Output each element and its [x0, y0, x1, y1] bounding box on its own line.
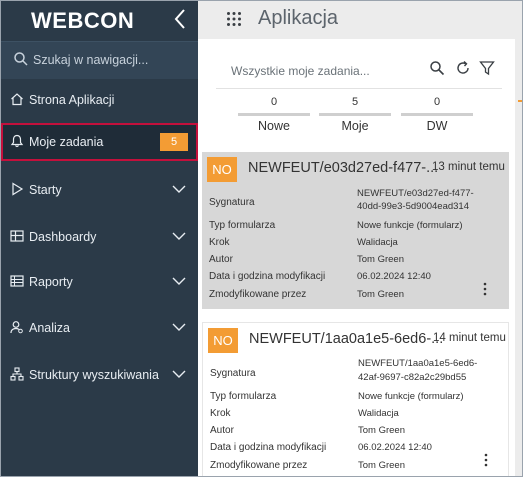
chevron-left-icon[interactable] — [173, 7, 187, 31]
sidebar-item-analiza[interactable]: Analiza — [1, 309, 198, 347]
home-icon — [11, 93, 23, 106]
chevron-down-icon[interactable] — [171, 183, 187, 195]
field-value-signature-line1: NEWFEUT/1aa0a1e5-6ed6- — [358, 358, 478, 369]
task-card[interactable]: NO NEWFEUT/e03d27ed-f477-... 13 minut te… — [202, 152, 509, 309]
sidebar-item-label: Moje zadania — [29, 135, 104, 149]
counter-label: Moje — [341, 119, 369, 133]
logo-bar: WEBCON — [1, 1, 198, 41]
sidebar-item-label: Starty — [29, 183, 62, 197]
navigation-search[interactable]: Szukaj w nawigacji... — [1, 41, 198, 79]
main-area: Aplikacja Wszystkie moje zadania... 0 No… — [198, 1, 522, 476]
sidebar-item-label: Raporty — [29, 275, 73, 289]
search-placeholder: Szukaj w nawigacji... — [33, 53, 149, 67]
sidebar-item-moje-zadania[interactable]: Moje zadania 5 — [1, 123, 198, 161]
task-time: 13 minut temu — [432, 161, 505, 173]
field-value-signature-line1: NEWFEUT/e03d27ed-f477- — [357, 188, 474, 199]
field-label-modified-date: Data i godzina modyfikacji — [209, 271, 326, 282]
sidebar-item-raporty[interactable]: Raporty — [1, 263, 198, 301]
field-label-signature: Sygnatura — [210, 368, 256, 379]
task-count-badge: 5 — [160, 133, 188, 151]
field-value-author: Tom Green — [358, 425, 405, 436]
field-label-form-type: Typ formularza — [210, 391, 277, 402]
dashboard-icon — [10, 230, 24, 242]
sidebar: WEBCON Szukaj w nawigacji... Strona Apli… — [1, 1, 198, 476]
field-label-author: Autor — [210, 425, 234, 436]
my-tasks-panel: Wszystkie moje zadania... 0 Nowe 5 Moje … — [198, 39, 515, 476]
counter-value: 0 — [270, 96, 278, 108]
more-options-icon[interactable] — [483, 282, 487, 296]
field-label-form-type: Typ formularza — [209, 220, 276, 231]
task-type-tag: NO — [207, 157, 237, 182]
task-type-tag: NO — [208, 328, 238, 353]
search-icon[interactable] — [429, 60, 445, 76]
sidebar-item-strona-aplikacji[interactable]: Strona Aplikacji — [1, 81, 198, 119]
chevron-down-icon[interactable] — [171, 321, 187, 333]
search-icon — [14, 52, 28, 66]
sidebar-item-label: Dashboardy — [29, 230, 97, 244]
chevron-down-icon[interactable] — [171, 368, 187, 380]
task-title[interactable]: NEWFEUT/e03d27ed-f477-... — [248, 160, 438, 176]
field-value-form-type: Nowe funkcje (formularz) — [357, 220, 463, 231]
more-options-icon[interactable] — [484, 453, 488, 467]
side-panel-marker — [518, 100, 522, 102]
webcon-logo: WEBCON — [31, 8, 135, 33]
field-value-signature-line2: 42af-9697-c82a2c29bd55 — [358, 372, 467, 383]
user-analysis-icon — [10, 321, 23, 334]
field-label-step: Krok — [210, 408, 231, 419]
task-card[interactable]: NO NEWFEUT/1aa0a1e5-6ed6-... 14 minut te… — [202, 322, 509, 476]
counter-value: 0 — [433, 96, 441, 108]
report-icon — [10, 275, 24, 287]
field-label-signature: Sygnatura — [209, 197, 255, 208]
refresh-icon[interactable] — [455, 60, 471, 76]
page-title: Aplikacja — [258, 7, 339, 29]
play-icon — [12, 182, 24, 196]
app-window: WEBCON Szukaj w nawigacji... Strona Apli… — [0, 0, 523, 477]
counter-value: 5 — [351, 96, 359, 108]
sidebar-item-struktury-wyszukiwania[interactable]: Struktury wyszukiwania — [1, 356, 198, 394]
hierarchy-icon — [10, 367, 24, 381]
sidebar-item-label: Analiza — [29, 321, 70, 335]
field-value-author: Tom Green — [357, 254, 404, 265]
chevron-down-icon[interactable] — [171, 275, 187, 287]
field-value-step: Walidacja — [357, 237, 398, 248]
sidebar-item-label: Strona Aplikacji — [29, 93, 115, 107]
field-label-modified-date: Data i godzina modyfikacji — [210, 442, 327, 453]
sidebar-item-label: Struktury wyszukiwania — [29, 368, 159, 382]
app-grid-icon[interactable] — [226, 11, 242, 27]
chevron-down-icon[interactable] — [171, 230, 187, 242]
field-label-author: Autor — [209, 254, 233, 265]
field-label-modified-by: Zmodyfikowane przez — [209, 289, 307, 300]
task-title[interactable]: NEWFEUT/1aa0a1e5-6ed6-... — [249, 331, 443, 347]
sidebar-item-starty[interactable]: Starty — [1, 171, 198, 209]
task-time: 14 minut temu — [433, 332, 506, 344]
bell-icon — [10, 134, 24, 148]
counter-bar — [319, 113, 391, 116]
field-value-form-type: Nowe funkcje (formularz) — [358, 391, 464, 402]
filter-underline — [216, 88, 502, 89]
counter-bar — [401, 113, 473, 116]
counter-label: DW — [426, 119, 448, 133]
field-label-step: Krok — [209, 237, 230, 248]
counter-bar — [238, 113, 310, 116]
app-header: Aplikacja — [198, 1, 522, 39]
field-value-signature-line2: 40dd-99e3-5d9004ead314 — [357, 201, 469, 212]
sidebar-item-dashboardy[interactable]: Dashboardy — [1, 218, 198, 256]
counter-label: Nowe — [258, 119, 290, 133]
filter-icon[interactable] — [479, 60, 495, 76]
task-filter-dropdown[interactable]: Wszystkie moje zadania... — [231, 64, 370, 78]
field-label-modified-by: Zmodyfikowane przez — [210, 460, 308, 471]
field-value-step: Walidacja — [358, 408, 399, 419]
